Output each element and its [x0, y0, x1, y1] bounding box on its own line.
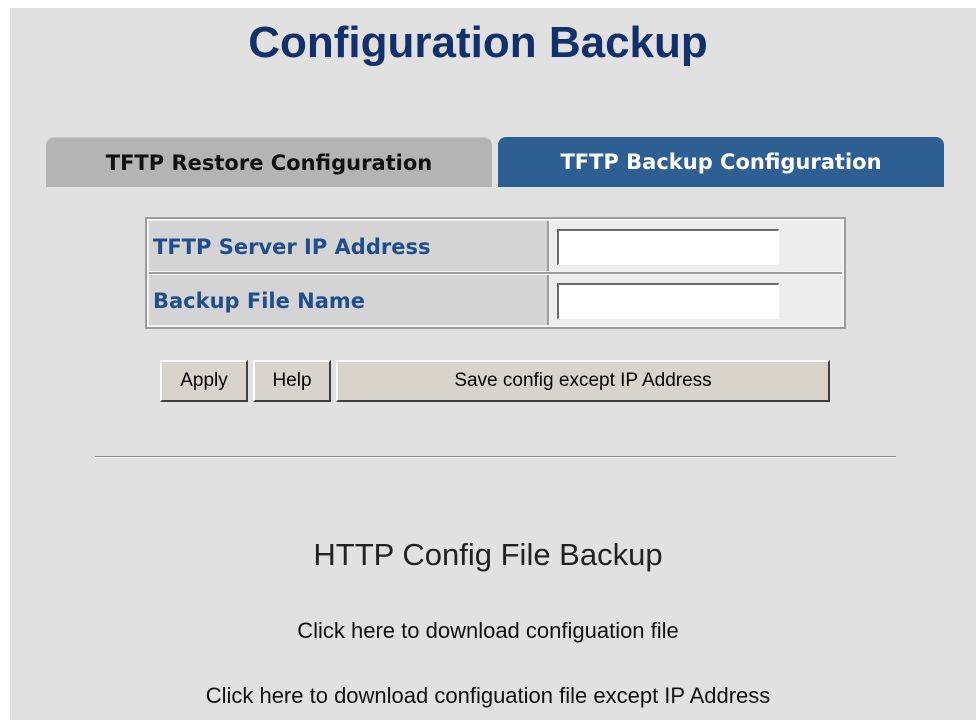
row-divider: [149, 272, 842, 274]
form-row-server-ip: TFTP Server IP Address: [149, 221, 842, 271]
form-row-backup-file: Backup File Name: [149, 275, 842, 325]
server-ip-label: TFTP Server IP Address: [149, 221, 549, 271]
help-button[interactable]: Help: [253, 360, 331, 402]
download-config-except-ip-link[interactable]: Click here to download configuation file…: [0, 683, 976, 709]
tab-tftp-restore[interactable]: TFTP Restore Configuration: [46, 137, 492, 187]
http-backup-title: HTTP Config File Backup: [313, 537, 663, 572]
server-ip-cell: [549, 221, 842, 271]
download-config-link[interactable]: Click here to download configuation file: [0, 618, 976, 644]
apply-button[interactable]: Apply: [160, 360, 248, 402]
backup-file-name-input[interactable]: [557, 283, 779, 319]
section-divider: [95, 456, 896, 458]
server-ip-input[interactable]: [557, 229, 779, 265]
backup-file-name-cell: [549, 275, 842, 325]
page-title: Configuration Backup: [248, 18, 708, 67]
backup-file-name-label: Backup File Name: [149, 275, 549, 325]
tab-tftp-backup[interactable]: TFTP Backup Configuration: [498, 137, 944, 187]
save-config-except-ip-button[interactable]: Save config except IP Address: [336, 360, 830, 402]
tftp-backup-form: TFTP Server IP Address Backup File Name: [145, 217, 846, 329]
